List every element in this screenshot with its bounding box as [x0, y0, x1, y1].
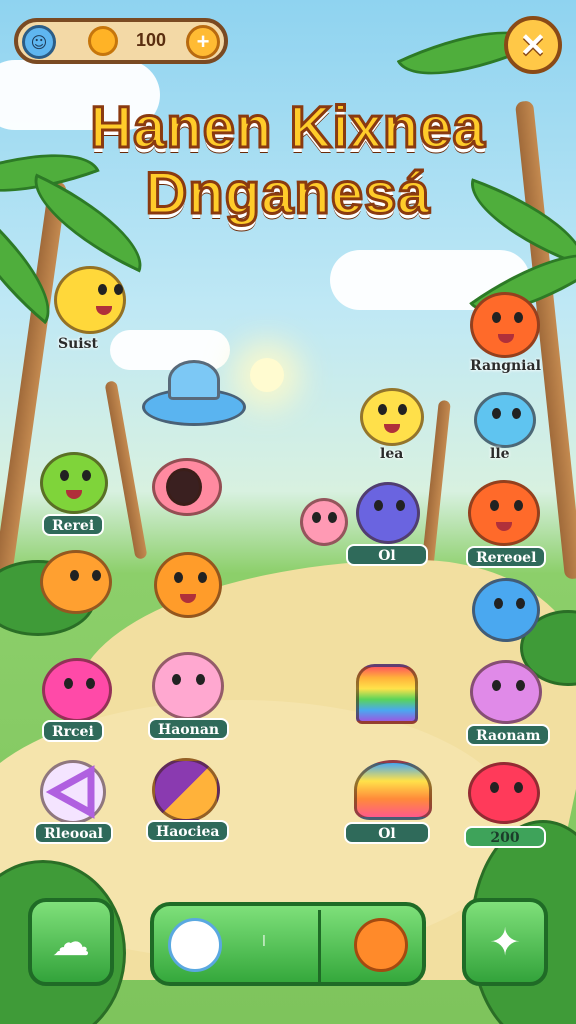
- eye: [512, 408, 521, 419]
- green-frog-body: [40, 452, 108, 514]
- triangle-icon: [45, 765, 95, 819]
- orange-creature-icon[interactable]: [354, 918, 408, 972]
- cloud-creature-icon: ☁: [52, 920, 90, 964]
- bar-marker: l: [262, 934, 266, 950]
- orange-fish-body: [40, 550, 112, 614]
- right-action-button[interactable]: ✦: [462, 898, 548, 986]
- game-title-line-2: Dnganesá: [144, 160, 431, 228]
- game-title-line-1: Hanen Kixnea: [89, 94, 487, 162]
- creature-label: Rangnial: [470, 358, 541, 374]
- eye: [492, 408, 501, 419]
- blue-ball-body: [472, 578, 540, 642]
- horn-opening: [166, 468, 202, 506]
- left-action-button[interactable]: ☁: [28, 898, 114, 986]
- creature-label: Raonam: [466, 724, 551, 746]
- eye: [196, 674, 205, 685]
- white-flower-creature-icon[interactable]: [168, 918, 222, 972]
- orange-blob-body: [470, 292, 540, 358]
- eye: [514, 312, 523, 323]
- star-arrow-icon: ✦: [489, 920, 521, 964]
- eye: [514, 782, 523, 793]
- orange-ball-body: [468, 480, 540, 546]
- palm-trunk: [421, 399, 451, 571]
- yellow-blob-body: [360, 388, 424, 446]
- pink-mouse-body: [42, 658, 112, 722]
- pink-fluffy-body: [152, 652, 224, 720]
- creature-label: lea: [380, 446, 404, 462]
- creature-label: Rleooal: [34, 822, 113, 844]
- purple-triangle-body: [40, 760, 106, 824]
- add-coins-button[interactable]: +: [186, 25, 220, 59]
- eye: [114, 284, 123, 295]
- eye: [312, 512, 321, 523]
- eye: [492, 312, 501, 323]
- cloud: [110, 330, 230, 370]
- eye: [516, 598, 525, 609]
- eye: [374, 500, 383, 511]
- close-button[interactable]: ✕: [504, 16, 562, 74]
- creature-label: Ol: [346, 544, 428, 566]
- eye: [70, 570, 79, 581]
- blue-creature-avatar-icon[interactable]: ☺: [22, 25, 56, 59]
- purple-orb-body: [152, 758, 220, 822]
- rainbow-cone-body: [356, 664, 418, 724]
- eye: [174, 572, 183, 583]
- sun: [250, 358, 284, 392]
- rainbow-jelly-body: [354, 760, 432, 820]
- eye: [378, 404, 387, 415]
- creature-label: 200: [464, 826, 546, 848]
- blue-blob-body: [474, 392, 536, 448]
- eye: [172, 674, 181, 685]
- eye: [398, 404, 407, 415]
- creature-label: Ol: [344, 822, 430, 844]
- creature-label: Haonan: [148, 718, 230, 740]
- eye: [82, 470, 91, 481]
- orange-smiley-body: [154, 552, 222, 618]
- pink-cat-body: [300, 498, 348, 546]
- bar-divider: [318, 910, 321, 982]
- creature-label: Suist: [58, 336, 98, 352]
- coin-icon: [88, 26, 118, 56]
- eye: [516, 680, 525, 691]
- creature-label: Rereoel: [466, 546, 547, 568]
- eye: [64, 678, 73, 689]
- eye: [92, 570, 101, 581]
- eye: [60, 470, 69, 481]
- eye: [490, 782, 499, 793]
- creature-label: Rrcei: [42, 720, 104, 742]
- red-blob-body: [468, 762, 540, 824]
- eye: [396, 500, 405, 511]
- purple-ball-body: [356, 482, 420, 544]
- currency-bar: ☺ 100 +: [14, 18, 228, 64]
- eye: [86, 678, 95, 689]
- ufo-dome: [168, 360, 220, 400]
- eye: [514, 500, 523, 511]
- coin-count: 100: [136, 30, 167, 50]
- creature-label: Haociea: [146, 820, 230, 842]
- eye: [492, 680, 501, 691]
- creature-label: lle: [490, 446, 510, 462]
- creature-selector-bar[interactable]: l: [150, 902, 426, 986]
- eye: [494, 598, 503, 609]
- creature-label: Rerei: [42, 514, 105, 536]
- yellow-bunny-body: [54, 266, 126, 334]
- eye: [490, 500, 499, 511]
- eye: [98, 284, 107, 295]
- eye: [328, 512, 337, 523]
- purple-mouse-body: [470, 660, 542, 724]
- eye: [198, 572, 207, 583]
